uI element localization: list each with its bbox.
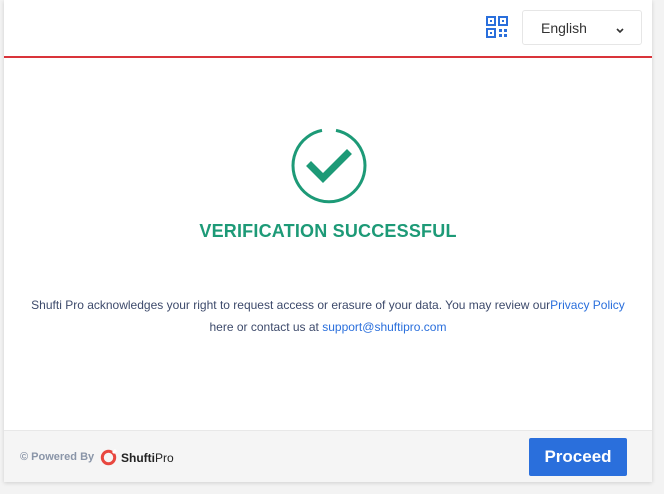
proceed-button[interactable]: Proceed [529, 438, 627, 476]
logo-suffix: Pro [155, 451, 174, 465]
header-bar: English [4, 0, 652, 58]
check-circle-icon [289, 125, 369, 205]
shufti-logo-icon [100, 448, 118, 466]
privacy-notice: Shufti Pro acknowledges your right to re… [24, 294, 632, 338]
privacy-policy-link[interactable]: Privacy Policy [550, 298, 625, 312]
powered-by-label: © Powered By [20, 451, 95, 463]
qr-code-icon[interactable] [486, 16, 508, 38]
status-title: VERIFICATION SUCCESSFUL [199, 221, 457, 241]
language-select-value: English [541, 20, 587, 36]
chevron-down-icon [615, 23, 625, 34]
footer-bar: © Powered By ShuftiPro Proceed [4, 430, 652, 482]
verification-card: English VERIFICATION SUCCESSFUL Shufti P… [4, 0, 652, 482]
language-select[interactable]: English [522, 10, 642, 45]
support-email-link[interactable]: support@shuftipro.com [322, 320, 446, 334]
logo-brand: Shufti [121, 451, 155, 465]
notice-text-middle: here or contact us at [209, 320, 323, 334]
logo-text: ShuftiPro [121, 451, 174, 465]
notice-text: Shufti Pro acknowledges your right to re… [31, 298, 551, 312]
